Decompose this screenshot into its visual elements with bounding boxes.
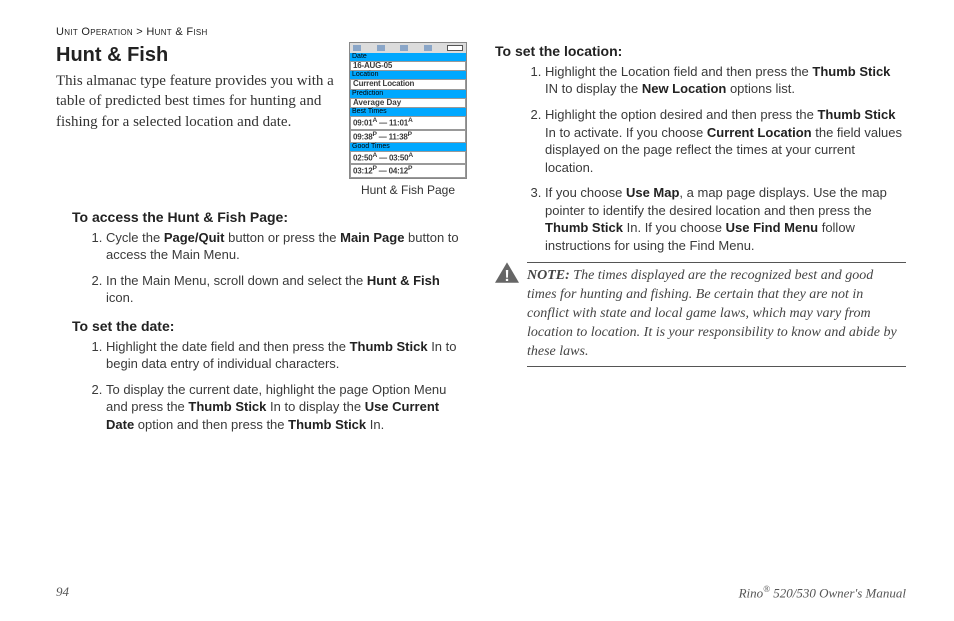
gps-icon [377, 45, 385, 51]
dev-pred-label: Prediction [350, 90, 466, 98]
left-column: Hunt & Fish This almanac type feature pr… [56, 42, 467, 580]
access-step-1: Cycle the Page/Quit button or press the … [106, 229, 467, 264]
note-body: The times displayed are the recognized b… [527, 268, 897, 359]
dev-good-row1: 02:50A — 03:50A [350, 151, 466, 164]
dev-best-row1: 09:01A — 11:01A [350, 116, 466, 129]
page-footer: 94 Rino® 520/530 Owner's Manual [56, 584, 906, 601]
access-step-2: In the Main Menu, scroll down and select… [106, 272, 467, 307]
page-title: Hunt & Fish [56, 42, 337, 69]
note-label: NOTE: [527, 268, 570, 283]
access-steps: Cycle the Page/Quit button or press the … [56, 229, 467, 307]
dev-best-label: Best Times [350, 108, 466, 116]
date-steps: Highlight the date field and then press … [56, 338, 467, 434]
note-box: NOTE: The times displayed are the recogn… [527, 262, 906, 366]
dev-loc-value: Current Location [350, 79, 466, 90]
device-status-bar [350, 43, 466, 53]
radio-icon [353, 45, 361, 51]
loc-step-2: Highlight the option desired and then pr… [545, 106, 906, 176]
date-step-1: Highlight the date field and then press … [106, 338, 467, 373]
dev-good-row2: 03:12P — 04:12P [350, 164, 466, 177]
dev-pred-value: Average Day [350, 98, 466, 109]
dev-date-value: 16-AUG-05 [350, 61, 466, 72]
battery-icon [447, 45, 463, 51]
breadcrumb-b: Hunt & Fish [146, 26, 207, 38]
right-column: To set the location: Highlight the Locat… [495, 42, 906, 580]
breadcrumb: Unit Operation > Hunt & Fish [56, 26, 906, 38]
dev-best-row2: 09:38P — 11:38P [350, 130, 466, 143]
warning-icon: ! [495, 262, 519, 286]
location-steps: Highlight the Location field and then pr… [495, 63, 906, 254]
device-screenshot: Date16-AUG-05 LocationCurrent Location P… [349, 42, 467, 179]
doc-title: Rino® 520/530 Owner's Manual [739, 584, 906, 601]
location-heading: To set the location: [495, 42, 906, 61]
card-icon [424, 45, 432, 51]
dev-date-label: Date [350, 53, 466, 61]
figure-caption: Hunt & Fish Page [349, 182, 467, 198]
date-step-2: To display the current date, highlight t… [106, 381, 467, 434]
loc-step-3: If you choose Use Map, a map page displa… [545, 184, 906, 254]
dev-good-label: Good Times [350, 143, 466, 151]
dev-loc-label: Location [350, 71, 466, 79]
map-icon [400, 45, 408, 51]
intro-text: This almanac type feature provides you w… [56, 71, 337, 132]
device-figure: Date16-AUG-05 LocationCurrent Location P… [349, 42, 467, 198]
breadcrumb-a: Unit Operation [56, 26, 133, 38]
page-number: 94 [56, 584, 69, 601]
access-heading: To access the Hunt & Fish Page: [72, 208, 467, 227]
loc-step-1: Highlight the Location field and then pr… [545, 63, 906, 98]
date-heading: To set the date: [72, 317, 467, 336]
